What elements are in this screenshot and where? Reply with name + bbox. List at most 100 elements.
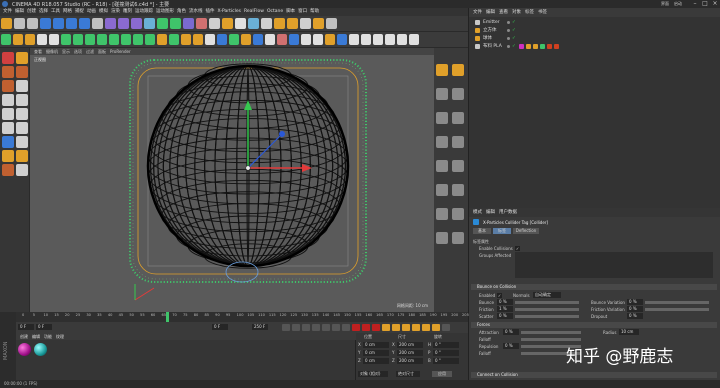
palette-tool-icon[interactable] — [16, 164, 28, 176]
forces-section-header[interactable]: Forces — [471, 322, 717, 328]
preview-end-field[interactable]: 0 F — [212, 324, 228, 330]
menu-item[interactable]: 运动跟踪 — [135, 8, 153, 16]
palette-tool-icon[interactable] — [16, 122, 28, 134]
playback-button-icon[interactable] — [362, 324, 370, 331]
close-icon[interactable]: × — [710, 0, 720, 8]
menu-item[interactable]: 选择 — [39, 8, 48, 16]
menu-item[interactable]: 运动图形 — [156, 8, 174, 16]
toolbar-xp-icon[interactable] — [193, 34, 203, 45]
toolbar-xp-icon[interactable] — [157, 34, 167, 45]
object-row[interactable]: 布料 PLA ✓ — [469, 43, 720, 50]
object-menu-item[interactable]: 文件 — [473, 8, 482, 17]
playback-button-icon[interactable] — [392, 324, 400, 331]
tab-tag[interactable]: 标签 — [493, 228, 511, 234]
toolbar-tool-icon[interactable] — [287, 18, 298, 29]
visibility-dot-icon[interactable] — [507, 21, 510, 24]
toolbar-xp-icon[interactable] — [313, 34, 323, 45]
tab-basic[interactable]: 基本 — [473, 228, 491, 234]
scatter-field[interactable]: 0 % — [497, 313, 513, 319]
toolbar-tool-icon[interactable] — [222, 18, 233, 29]
toolbar-tool-icon[interactable] — [209, 18, 220, 29]
palette-tool-icon[interactable] — [16, 136, 28, 148]
palette-tool-icon[interactable] — [16, 52, 28, 64]
toolbar-xp-icon[interactable] — [97, 34, 107, 45]
scatter-slider[interactable] — [515, 314, 579, 318]
palette-tool-icon[interactable] — [2, 108, 14, 120]
palette-tool-icon[interactable] — [16, 150, 28, 162]
object-tag-icon[interactable] — [540, 44, 545, 49]
object-row[interactable]: 立方体 ✓ — [469, 27, 720, 34]
object-tag-icon[interactable] — [547, 44, 552, 49]
playback-button-icon[interactable] — [342, 324, 350, 331]
toolbar-xp-icon[interactable] — [337, 34, 347, 45]
visibility-dot-icon[interactable] — [507, 37, 510, 40]
side-tool-icon[interactable] — [452, 88, 464, 100]
menu-item[interactable]: 工具 — [51, 8, 60, 16]
menu-item[interactable]: 角色 — [177, 8, 186, 16]
coord-rotation-field[interactable]: 0 ° — [433, 350, 459, 356]
bounce-field[interactable]: 0 % — [497, 299, 513, 305]
visibility-dot-icon[interactable] — [507, 45, 510, 48]
attraction-field[interactable]: 0 % — [503, 329, 519, 335]
toolbar-xp-icon[interactable] — [133, 34, 143, 45]
menu-item[interactable]: 文件 — [3, 8, 12, 16]
palette-tool-icon[interactable] — [2, 80, 14, 92]
toolbar-xp-icon[interactable] — [181, 34, 191, 45]
bounce-variation-field[interactable]: 0 % — [627, 299, 643, 305]
palette-tool-icon[interactable] — [16, 108, 28, 120]
toolbar-xp-icon[interactable] — [217, 34, 227, 45]
toolbar-tool-icon[interactable] — [40, 18, 51, 29]
playback-button-icon[interactable] — [372, 324, 380, 331]
object-menu-item[interactable]: 查看 — [499, 8, 508, 17]
toolbar-tool-icon[interactable] — [274, 18, 285, 29]
attribute-menu-item[interactable]: 编辑 — [486, 208, 495, 217]
palette-tool-icon[interactable] — [2, 164, 14, 176]
toolbar-xp-icon[interactable] — [121, 34, 131, 45]
toolbar-xp-icon[interactable] — [85, 34, 95, 45]
object-row[interactable]: Emitter ✓ — [469, 19, 720, 26]
toolbar-tool-icon[interactable] — [261, 18, 272, 29]
menu-item[interactable]: 渲染 — [111, 8, 120, 16]
palette-tool-icon[interactable] — [16, 94, 28, 106]
palette-tool-icon[interactable] — [2, 66, 14, 78]
tab-deflection[interactable]: Deflection — [513, 228, 539, 234]
playback-button-icon[interactable] — [352, 324, 360, 331]
toolbar-xp-icon[interactable] — [145, 34, 155, 45]
toolbar-tool-icon[interactable] — [170, 18, 181, 29]
menu-item[interactable]: 创建 — [27, 8, 36, 16]
toolbar-tool-icon[interactable] — [326, 18, 337, 29]
toolbar-xp-icon[interactable] — [349, 34, 359, 45]
object-tag-icon[interactable] — [533, 44, 538, 49]
side-tool-icon[interactable] — [436, 184, 448, 196]
material-ball-magenta[interactable] — [18, 343, 31, 356]
enabled-check-icon[interactable]: ✓ — [512, 35, 516, 42]
material-ball-cyan[interactable] — [34, 343, 47, 356]
attraction-slider[interactable] — [521, 330, 581, 334]
toolbar-xp-icon[interactable] — [373, 34, 383, 45]
toolbar-xp-icon[interactable] — [361, 34, 371, 45]
menu-item[interactable]: 流水线 — [189, 8, 203, 16]
toolbar-xp-icon[interactable] — [241, 34, 251, 45]
enabled-checkbox[interactable]: ✓ — [497, 293, 502, 298]
toolbar-xp-icon[interactable] — [49, 34, 59, 45]
toolbar-tool-icon[interactable] — [118, 18, 129, 29]
object-menu-item[interactable]: 编辑 — [486, 8, 495, 17]
menu-item[interactable]: 编辑 — [15, 8, 24, 16]
toolbar-tool-icon[interactable] — [14, 18, 25, 29]
toolbar-tool-icon[interactable] — [196, 18, 207, 29]
layout-select[interactable]: 启动 — [670, 0, 686, 8]
object-menu-item[interactable]: 标签 — [525, 8, 534, 17]
connect-section-header[interactable]: Connect on Collision — [471, 372, 717, 378]
falloff-slider[interactable] — [521, 337, 581, 341]
side-tool-icon[interactable] — [436, 208, 448, 220]
palette-tool-icon[interactable] — [2, 122, 14, 134]
coord-position-field[interactable]: 0 cm — [363, 342, 389, 348]
side-tool-icon[interactable] — [436, 88, 448, 100]
toolbar-xp-icon[interactable] — [205, 34, 215, 45]
coord-mode-select[interactable]: 对象 (相对) — [358, 371, 388, 377]
friction-variation-field[interactable]: 0 % — [627, 306, 643, 312]
toolbar-xp-icon[interactable] — [301, 34, 311, 45]
object-tag-icon[interactable] — [519, 44, 524, 49]
toolbar-xp-icon[interactable] — [325, 34, 335, 45]
dropout-field[interactable]: 0 % — [627, 313, 643, 319]
